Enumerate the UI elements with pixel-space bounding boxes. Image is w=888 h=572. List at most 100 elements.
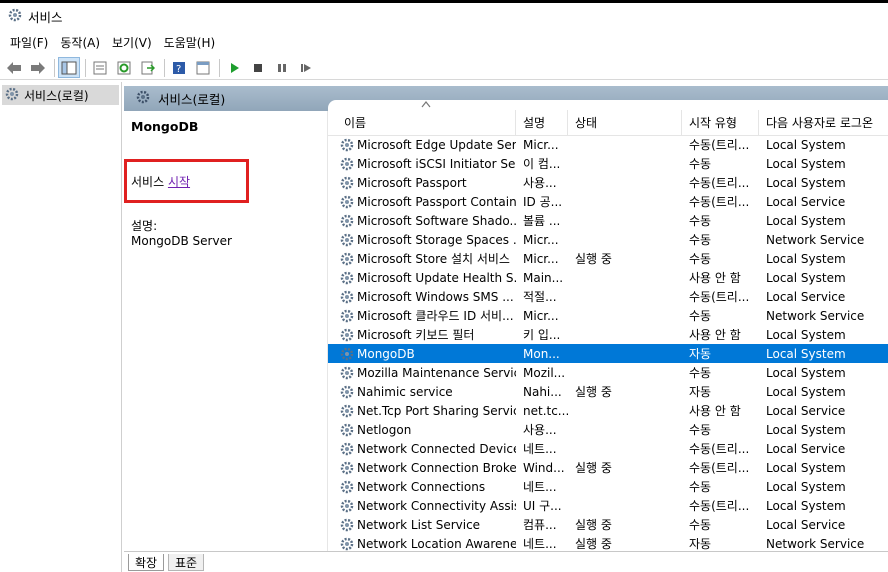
- services-list: 이름 설명 상태 시작 유형 다음 사용자로 로그온 Microsoft Edg…: [328, 100, 888, 551]
- service-log-on-as: Local System: [766, 384, 846, 399]
- service-row[interactable]: Network List Service 컴퓨... 실행 중 수동 Local Ser…: [328, 515, 888, 534]
- service-name-cell: MongoDB: [328, 347, 516, 361]
- service-row[interactable]: Network Connections 네트... 수동 Local System: [328, 477, 888, 496]
- service-name-cell: Microsoft Software Shado...: [328, 214, 516, 228]
- gear-icon: [340, 157, 354, 171]
- tab-extended[interactable]: 확장: [128, 554, 165, 571]
- refresh-icon[interactable]: [113, 57, 135, 78]
- gear-icon: [340, 385, 354, 399]
- service-description: UI 구...: [523, 499, 562, 513]
- tab-standard[interactable]: 표준: [168, 554, 205, 571]
- gear-icon: [340, 442, 354, 456]
- gear-icon: [136, 90, 150, 107]
- service-startup-type: 수동: [689, 252, 712, 266]
- service-description: Main...: [523, 270, 564, 285]
- column-header-log-on-as[interactable]: 다음 사용자로 로그온: [759, 110, 888, 135]
- service-startup-type: 수동: [689, 309, 712, 323]
- service-row[interactable]: Microsoft Store 설치 서비스 Micr... 실행 중 수동 Local…: [328, 249, 888, 268]
- menu-file[interactable]: 파일(F): [4, 34, 54, 51]
- service-startup-type: 사용 안 함: [689, 271, 741, 285]
- service-startup-type: 수동(트리...: [689, 138, 750, 152]
- service-name: Microsoft Update Health S...: [357, 270, 516, 285]
- service-row[interactable]: Netlogon 사용... 수동 Local System: [328, 420, 888, 439]
- tree-node-label: 서비스(로컬): [24, 88, 89, 103]
- export-icon[interactable]: [137, 57, 159, 78]
- pause-service-icon[interactable]: [271, 57, 293, 78]
- restart-service-icon[interactable]: [295, 57, 317, 78]
- column-header-status[interactable]: 상태: [568, 110, 682, 135]
- service-description: Micr...: [523, 232, 559, 247]
- service-row[interactable]: Microsoft Passport 사용... 수동(트리... Local Sys…: [328, 173, 888, 192]
- service-row[interactable]: Nahimic service Nahi... 실행 중 자동 Local System: [328, 382, 888, 401]
- service-row[interactable]: Microsoft Edge Update Ser... Micr... 수동(트리…: [328, 135, 888, 154]
- service-row[interactable]: Mozilla Maintenance Service Mozil... 수동 Loc…: [328, 363, 888, 382]
- gear-icon: [340, 290, 354, 304]
- details-header-title: 서비스(로컬): [158, 92, 226, 107]
- service-row[interactable]: Microsoft Storage Spaces ... Micr... 수동 Net…: [328, 230, 888, 249]
- service-startup-type: 수동(트리...: [689, 195, 750, 209]
- start-service-icon[interactable]: [223, 57, 245, 78]
- service-name: MongoDB: [357, 346, 415, 361]
- tree-node-local-services[interactable]: 서비스(로컬): [2, 85, 119, 105]
- gear-icon: [340, 233, 354, 247]
- service-row[interactable]: MongoDB Mon... 자동 Local System: [328, 344, 888, 363]
- gear-icon: [340, 347, 354, 361]
- gear-icon: [340, 537, 354, 551]
- service-description: net.tc...: [523, 403, 568, 418]
- properties-icon[interactable]: [89, 57, 111, 78]
- service-log-on-as: Network Service: [766, 308, 865, 323]
- service-log-on-as: Local Service: [766, 194, 846, 209]
- service-log-on-as: Local System: [766, 479, 846, 494]
- service-row[interactable]: Network Connected Device... 네트... 수동(트리...…: [328, 439, 888, 458]
- forward-icon[interactable]: [27, 57, 49, 78]
- service-description: 적절...: [523, 290, 557, 304]
- service-description: 네트...: [523, 480, 557, 494]
- help-icon[interactable]: ?: [168, 57, 190, 78]
- service-log-on-as: Local System: [766, 251, 846, 266]
- start-service-link[interactable]: 시작: [168, 175, 190, 189]
- svg-text:?: ?: [176, 64, 181, 75]
- details-pane: 서비스(로컬) MongoDB 서비스 시작 설명: MongoDB Serve…: [124, 86, 888, 551]
- service-description: Nahi...: [523, 384, 562, 399]
- service-status: 실행 중: [575, 518, 612, 532]
- service-row[interactable]: Microsoft Software Shado... 볼륨 ... 수동 Local…: [328, 211, 888, 230]
- service-row[interactable]: Microsoft Windows SMS ... 적절... 수동(트리... Lo…: [328, 287, 888, 306]
- service-name: Microsoft Passport: [357, 175, 467, 190]
- service-name: Network List Service: [357, 517, 481, 532]
- service-startup-type: 수동(트리...: [689, 499, 750, 513]
- service-row[interactable]: Network Location Awareness 네트... 실행 중 자동 Net…: [328, 534, 888, 551]
- selected-service-name: MongoDB: [131, 119, 199, 134]
- service-description: 이 컴...: [523, 157, 561, 171]
- service-name: Netlogon: [357, 422, 412, 437]
- back-icon[interactable]: [3, 57, 25, 78]
- service-row[interactable]: Microsoft Update Health S... Main... 사용 안 …: [328, 268, 888, 287]
- service-row[interactable]: Microsoft iSCSI Initiator Se... 이 컴... 수동 L…: [328, 154, 888, 173]
- service-row[interactable]: Microsoft 키보드 필터 키 입... 사용 안 함 Local System: [328, 325, 888, 344]
- gear-icon: [340, 176, 354, 190]
- column-header-description[interactable]: 설명: [516, 110, 568, 135]
- service-startup-type: 수동(트리...: [689, 290, 750, 304]
- menu-view[interactable]: 보기(V): [106, 34, 158, 51]
- column-header-name[interactable]: 이름: [328, 110, 516, 135]
- service-name-cell: Microsoft Store 설치 서비스: [328, 250, 516, 267]
- console-tree-icon[interactable]: [58, 57, 80, 78]
- service-row[interactable]: Microsoft 클라우드 ID 서비... Micr... 수동 Network …: [328, 306, 888, 325]
- service-row[interactable]: Microsoft Passport Container ID 공... 수동(트리…: [328, 192, 888, 211]
- service-name: Nahimic service: [357, 384, 453, 399]
- column-header-startup-type[interactable]: 시작 유형: [682, 110, 759, 135]
- service-row[interactable]: Network Connection Broker Wind... 실행 중 수동(트…: [328, 458, 888, 477]
- service-description: 사용...: [523, 176, 557, 190]
- service-row[interactable]: Network Connectivity Assis... UI 구... 수동(트…: [328, 496, 888, 515]
- service-startup-type: 수동: [689, 214, 712, 228]
- menu-action[interactable]: 동작(A): [54, 34, 106, 51]
- service-log-on-as: Local Service: [766, 289, 846, 304]
- service-row[interactable]: Net.Tcp Port Sharing Service net.tc... 사용 …: [328, 401, 888, 420]
- service-name: Microsoft Store 설치 서비스: [357, 252, 510, 266]
- gear-icon: [340, 480, 354, 494]
- service-log-on-as: Network Service: [766, 232, 865, 247]
- menu-help[interactable]: 도움말(H): [158, 34, 222, 51]
- stop-service-icon[interactable]: [247, 57, 269, 78]
- view-icon[interactable]: [192, 57, 214, 78]
- service-startup-type: 수동: [689, 366, 712, 380]
- service-log-on-as: Local System: [766, 460, 846, 475]
